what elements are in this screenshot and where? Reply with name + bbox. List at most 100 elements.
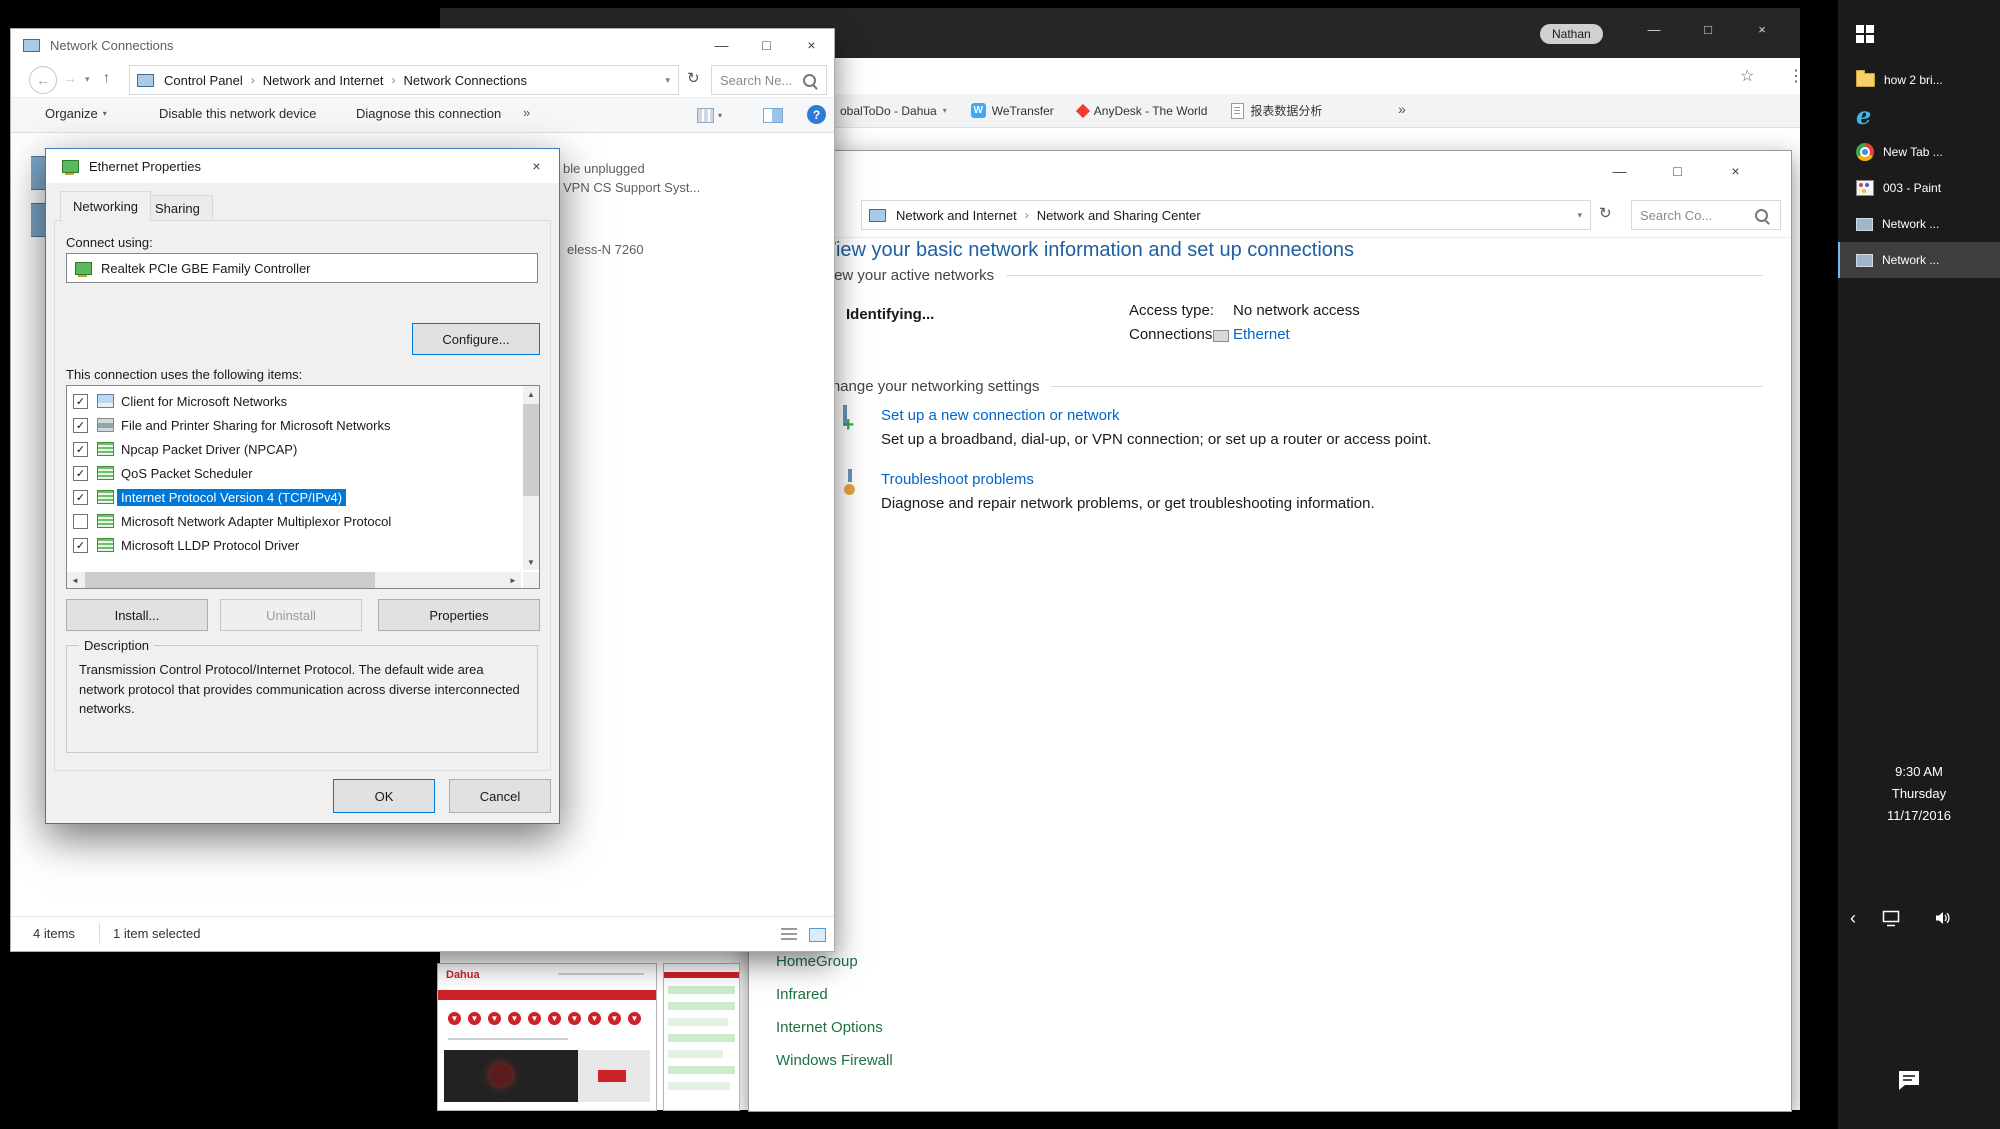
- list-item[interactable]: File and Printer Sharing for Microsoft N…: [67, 414, 390, 436]
- configure-button[interactable]: Configure...: [412, 323, 540, 355]
- install-button[interactable]: Install...: [66, 599, 208, 631]
- diagnose-connection-button[interactable]: Diagnose this connection: [356, 106, 501, 121]
- nsc-address-field[interactable]: Network and Internet › Network and Shari…: [861, 200, 1591, 230]
- dialog-close-button[interactable]: ×: [514, 149, 559, 183]
- history-dropdown-icon[interactable]: ▾: [85, 74, 90, 85]
- list-item[interactable]: Microsoft LLDP Protocol Driver: [67, 534, 299, 556]
- setup-connection-link[interactable]: Set up a new connection or network: [881, 407, 1119, 424]
- nc-maximize-button[interactable]: □: [744, 29, 789, 61]
- browser-close-button[interactable]: ×: [1740, 14, 1784, 44]
- ok-button[interactable]: OK: [333, 779, 435, 813]
- disable-device-button[interactable]: Disable this network device: [159, 106, 317, 121]
- browser-menu-icon[interactable]: ⋮: [1788, 66, 1804, 86]
- troubleshoot-link[interactable]: Troubleshoot problems: [881, 471, 1034, 488]
- checkbox[interactable]: [73, 538, 88, 553]
- clock-date[interactable]: 11/17/2016: [1838, 808, 2000, 823]
- nc-search-box[interactable]: Search Ne...: [711, 65, 827, 95]
- printer-icon: [97, 418, 114, 432]
- sidebar-item-internet-options[interactable]: Internet Options: [776, 1019, 883, 1036]
- forward-button[interactable]: →: [63, 70, 77, 86]
- bookmark-item[interactable]: 报表数据分析: [1231, 102, 1322, 119]
- refresh-icon[interactable]: ↻: [1599, 204, 1612, 222]
- nc-close-button[interactable]: ×: [789, 29, 834, 61]
- icons-view-icon[interactable]: [809, 928, 826, 942]
- sidebar-item-homegroup[interactable]: HomeGroup: [776, 953, 858, 970]
- details-view-icon[interactable]: [781, 928, 797, 940]
- taskbar-item-network[interactable]: Network ...: [1838, 206, 2000, 242]
- list-item[interactable]: Client for Microsoft Networks: [67, 390, 287, 412]
- clock-time[interactable]: 9:30 AM: [1838, 764, 2000, 779]
- horizontal-scrollbar[interactable]: ◄ ►: [67, 572, 521, 588]
- taskbar-item-paint[interactable]: 003 - Paint: [1838, 170, 2000, 206]
- vertical-scrollbar[interactable]: ▲ ▼: [523, 386, 539, 570]
- checkbox[interactable]: [73, 394, 88, 409]
- up-button[interactable]: ↑: [103, 69, 110, 85]
- checkbox[interactable]: [73, 442, 88, 457]
- checkbox[interactable]: [73, 466, 88, 481]
- start-button[interactable]: [1838, 16, 2000, 52]
- bookmark-item[interactable]: AnyDesk - The World: [1078, 104, 1208, 118]
- breadcrumb-segment[interactable]: Network Connections: [401, 73, 529, 88]
- back-button[interactable]: ←: [29, 66, 57, 94]
- scroll-up-icon[interactable]: ▲: [523, 386, 539, 402]
- refresh-icon[interactable]: ↻: [687, 69, 700, 87]
- document-thumbnail[interactable]: [663, 963, 740, 1111]
- address-dropdown-icon[interactable]: ▾: [665, 75, 678, 86]
- scroll-left-icon[interactable]: ◄: [67, 572, 83, 588]
- view-selector[interactable]: ▾: [697, 108, 722, 123]
- help-icon[interactable]: ?: [807, 105, 826, 124]
- bookmark-label: AnyDesk - The World: [1094, 104, 1208, 118]
- bookmark-star-icon[interactable]: ☆: [1740, 66, 1754, 86]
- taskbar-item-network-active[interactable]: Network ...: [1838, 242, 2000, 278]
- nsc-minimize-button[interactable]: —: [1597, 155, 1642, 187]
- breadcrumb-segment[interactable]: Network and Internet: [261, 73, 386, 88]
- display-tray-icon[interactable]: [1882, 910, 1902, 933]
- nsc-search-box[interactable]: Search Co...: [1631, 200, 1781, 230]
- browser-maximize-button[interactable]: □: [1686, 14, 1730, 44]
- scrollbar-thumb[interactable]: [523, 404, 539, 496]
- properties-button[interactable]: Properties: [378, 599, 540, 631]
- sidebar-item-infrared[interactable]: Infrared: [776, 986, 828, 1003]
- connection-items-list[interactable]: Client for Microsoft Networks File and P…: [66, 385, 540, 589]
- checkbox[interactable]: [73, 514, 88, 529]
- taskbar-item-folder[interactable]: how 2 bri...: [1838, 62, 2000, 98]
- organize-menu[interactable]: Organize ▾: [45, 106, 107, 121]
- volume-tray-icon[interactable]: [1934, 910, 1952, 931]
- clock-day[interactable]: Thursday: [1838, 786, 2000, 801]
- scroll-right-icon[interactable]: ►: [505, 572, 521, 588]
- bookmark-item[interactable]: obalToDo - Dahua ▾: [840, 104, 947, 118]
- webpage-thumbnail[interactable]: Dahua ▼▼▼▼▼▼▼▼▼▼: [437, 963, 657, 1111]
- nsc-close-button[interactable]: ×: [1713, 155, 1758, 187]
- breadcrumb-segment[interactable]: Network and Internet: [894, 208, 1019, 223]
- profile-chip[interactable]: Nathan: [1540, 24, 1603, 44]
- tab-networking[interactable]: Networking: [60, 191, 151, 222]
- ethernet-link[interactable]: Ethernet: [1233, 326, 1290, 343]
- toolbar-overflow-icon[interactable]: »: [523, 105, 530, 120]
- nc-address-field[interactable]: Control Panel › Network and Internet › N…: [129, 65, 679, 95]
- list-item-selected[interactable]: Internet Protocol Version 4 (TCP/IPv4): [67, 486, 346, 508]
- nsc-maximize-button[interactable]: □: [1655, 155, 1700, 187]
- nc-minimize-button[interactable]: —: [699, 29, 744, 61]
- list-item[interactable]: Microsoft Network Adapter Multiplexor Pr…: [67, 510, 391, 532]
- breadcrumb-segment[interactable]: Network and Sharing Center: [1035, 208, 1203, 223]
- checkbox[interactable]: [73, 418, 88, 433]
- taskbar-item-internet-explorer[interactable]: e: [1838, 98, 2000, 134]
- scroll-down-icon[interactable]: ▼: [523, 554, 539, 570]
- list-item[interactable]: Npcap Packet Driver (NPCAP): [67, 438, 297, 460]
- address-dropdown-icon[interactable]: ▾: [1577, 210, 1590, 221]
- bookmark-item[interactable]: W WeTransfer: [971, 103, 1054, 118]
- action-center-icon[interactable]: [1896, 1068, 1922, 1097]
- preview-pane-icon[interactable]: [763, 108, 783, 123]
- bookmarks-overflow-icon[interactable]: »: [1398, 101, 1406, 117]
- list-item[interactable]: QoS Packet Scheduler: [67, 462, 253, 484]
- connections-label: Connections:: [1129, 326, 1217, 343]
- scrollbar-thumb[interactable]: [85, 572, 375, 588]
- browser-minimize-button[interactable]: —: [1632, 14, 1676, 44]
- sidebar-item-windows-firewall[interactable]: Windows Firewall: [776, 1052, 893, 1069]
- taskbar-item-new-tab[interactable]: New Tab ...: [1838, 134, 2000, 170]
- breadcrumb-segment[interactable]: Control Panel: [162, 73, 245, 88]
- tab-sharing[interactable]: Sharing: [142, 195, 213, 222]
- cancel-button[interactable]: Cancel: [449, 779, 551, 813]
- show-hidden-icons-chevron[interactable]: ‹: [1850, 908, 1856, 929]
- checkbox[interactable]: [73, 490, 88, 505]
